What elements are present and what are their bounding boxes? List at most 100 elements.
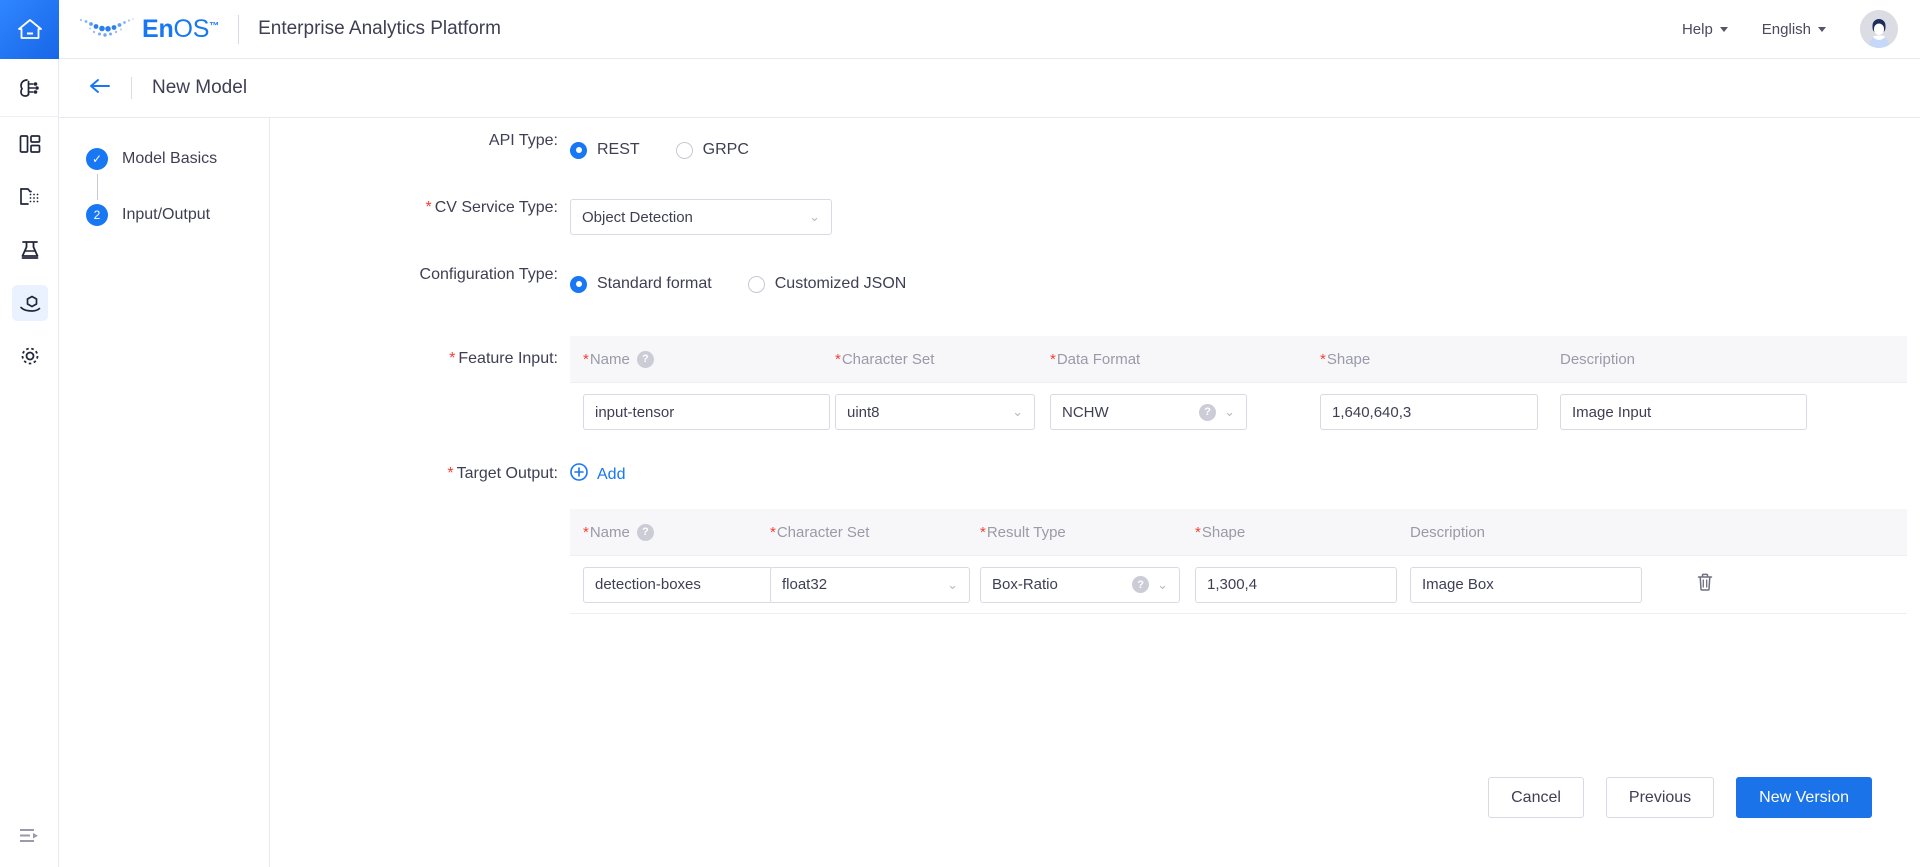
target-output-character-set-value: float32	[782, 576, 828, 593]
column-header-description-text: Description	[1410, 523, 1486, 541]
target-output-result-type-select[interactable]: Box-Ratio ? ⌄	[980, 566, 1180, 603]
field-target-output: * Target Output: Add * Name ? * Characte…	[270, 463, 1920, 614]
cv-service-type-select[interactable]: Object Detection ⌄	[570, 199, 832, 235]
avatar[interactable]	[1860, 10, 1898, 48]
brand-wordmark: En OS ™	[142, 15, 219, 44]
required-star: *	[583, 523, 589, 541]
cancel-button[interactable]: Cancel	[1488, 777, 1584, 818]
column-header-name-text: Name	[589, 523, 630, 541]
home-icon	[17, 17, 43, 41]
target-output-section: Add * Name ? * Character Set * Result Type	[570, 463, 1907, 614]
column-header-shape: * Shape	[1195, 524, 1410, 541]
cell-name: input-tensor	[570, 394, 835, 430]
chevron-down-icon	[1719, 26, 1728, 32]
target-output-description-field[interactable]: Image Box	[1410, 566, 1642, 603]
sidebar-item-data-assets[interactable]	[0, 170, 59, 223]
radio-grpc[interactable]	[675, 141, 693, 159]
required-star: *	[447, 465, 454, 482]
column-header-result-type: * Result Type	[980, 524, 1195, 541]
icon-rail	[0, 59, 59, 867]
delete-row-button[interactable]	[1696, 572, 1714, 597]
column-header-description: Description	[1410, 524, 1710, 541]
feature-input-data-format-select[interactable]: NCHW ? ⌄	[1050, 394, 1247, 430]
target-output-label-text: Target Output:	[456, 465, 558, 482]
step-input-output[interactable]: 2 Input/Output	[59, 200, 269, 230]
api-type-label: API Type:	[488, 132, 558, 149]
help-icon[interactable]: ?	[1132, 576, 1150, 593]
radio-customized-json[interactable]	[747, 275, 765, 293]
column-header-character-set-text: Character Set	[841, 350, 935, 368]
column-header-shape-text: Shape	[1201, 523, 1246, 541]
back-button[interactable]	[89, 78, 111, 99]
cv-service-type-value: Object Detection	[582, 208, 693, 226]
cell-data-format: NCHW ? ⌄	[1050, 394, 1320, 430]
brand-tm-text: ™	[209, 20, 220, 32]
column-header-data-format-text: Data Format	[1056, 350, 1141, 368]
app-title: Enterprise Analytics Platform	[258, 18, 501, 39]
step-model-basics[interactable]: ✓ Model Basics	[59, 144, 269, 174]
feature-input-character-set-value: uint8	[847, 403, 880, 421]
enos-swoosh-icon	[78, 16, 136, 42]
sidebar-item-settings[interactable]	[0, 329, 59, 382]
column-header-character-set-text: Character Set	[776, 523, 870, 541]
home-button[interactable]	[0, 0, 59, 59]
feature-input-description-field[interactable]: Image Input	[1560, 394, 1807, 430]
configuration-type-label: Configuration Type:	[419, 266, 558, 283]
help-menu[interactable]: Help	[1682, 21, 1728, 38]
help-label: Help	[1681, 20, 1713, 38]
feature-input-shape-field[interactable]: 1,640,640,3	[1320, 394, 1538, 430]
column-header-result-type-text: Result Type	[986, 523, 1066, 541]
step-marker-active: 2	[86, 204, 108, 226]
plus-circle-icon	[570, 463, 588, 486]
help-icon[interactable]: ?	[636, 350, 654, 368]
api-type-radio-group: REST GRPC	[570, 132, 785, 168]
table-header-row: * Name ? * Character Set * Data Format * Sha…	[570, 336, 1907, 383]
column-header-name-text: Name	[589, 350, 630, 368]
help-icon[interactable]: ?	[1199, 403, 1217, 421]
column-header-character-set: * Character Set	[835, 351, 1050, 368]
column-header-character-set: * Character Set	[770, 524, 980, 541]
language-menu[interactable]: English	[1762, 21, 1826, 38]
steps-sidebar: ✓ Model Basics 2 Input/Output	[59, 118, 270, 867]
brand-en-text: En	[142, 14, 174, 43]
feature-input-data-format-value: NCHW	[1062, 403, 1109, 421]
sidebar-item-model-serving[interactable]	[0, 276, 59, 329]
feature-input-character-set-select[interactable]: uint8 ⌄	[835, 394, 1035, 430]
feature-input-name-field[interactable]: input-tensor	[583, 394, 830, 430]
cell-character-set: uint8 ⌄	[835, 394, 1050, 430]
radio-rest[interactable]	[570, 141, 587, 159]
sidebar-item-experiments[interactable]	[0, 223, 59, 276]
step-label-input-output: Input/Output	[122, 206, 211, 223]
sidebar-item-ai-model[interactable]	[0, 59, 59, 117]
radio-standard-format[interactable]	[570, 275, 587, 293]
target-output-table: * Name ? * Character Set * Result Type * Sha…	[570, 509, 1907, 614]
required-star: *	[425, 199, 432, 216]
top-bar-actions: Help English	[1682, 10, 1920, 48]
collapse-sidebar-button[interactable]	[0, 828, 59, 849]
previous-button[interactable]: Previous	[1605, 777, 1715, 818]
model-serving-icon	[11, 284, 48, 321]
configuration-type-radio-group: Standard format Customized JSON	[570, 266, 942, 302]
help-icon[interactable]: ?	[636, 523, 654, 541]
cell-name: detection-boxes	[570, 566, 773, 603]
cell-shape: 1,640,640,3	[1320, 394, 1560, 430]
required-star: *	[449, 350, 456, 367]
chevron-down-icon: ⌄	[947, 576, 958, 592]
page-title: New Model	[152, 77, 248, 98]
target-output-shape-field[interactable]: 1,300,4	[1195, 566, 1397, 603]
target-output-result-type-value: Box-Ratio	[992, 576, 1058, 593]
cell-actions	[1660, 572, 1750, 597]
cv-service-type-label-text: CV Service Type:	[434, 199, 558, 216]
brand-logo[interactable]: En OS ™	[78, 15, 219, 44]
column-header-description-text: Description	[1560, 350, 1636, 368]
sidebar-item-dashboard[interactable]	[0, 117, 59, 170]
target-output-name-field[interactable]: detection-boxes	[583, 566, 773, 603]
field-feature-input: * Feature Input: * Name ? * Character Set *…	[270, 336, 1920, 441]
collapse-sidebar-icon	[19, 828, 41, 849]
new-version-button[interactable]: New Version	[1736, 777, 1872, 818]
cv-service-type-label: * CV Service Type:	[270, 199, 570, 217]
add-target-output-button[interactable]: Add	[570, 463, 1907, 486]
target-output-character-set-select[interactable]: float32 ⌄	[770, 566, 970, 603]
header-title-divider	[131, 77, 132, 99]
lab-flask-icon	[12, 232, 48, 268]
